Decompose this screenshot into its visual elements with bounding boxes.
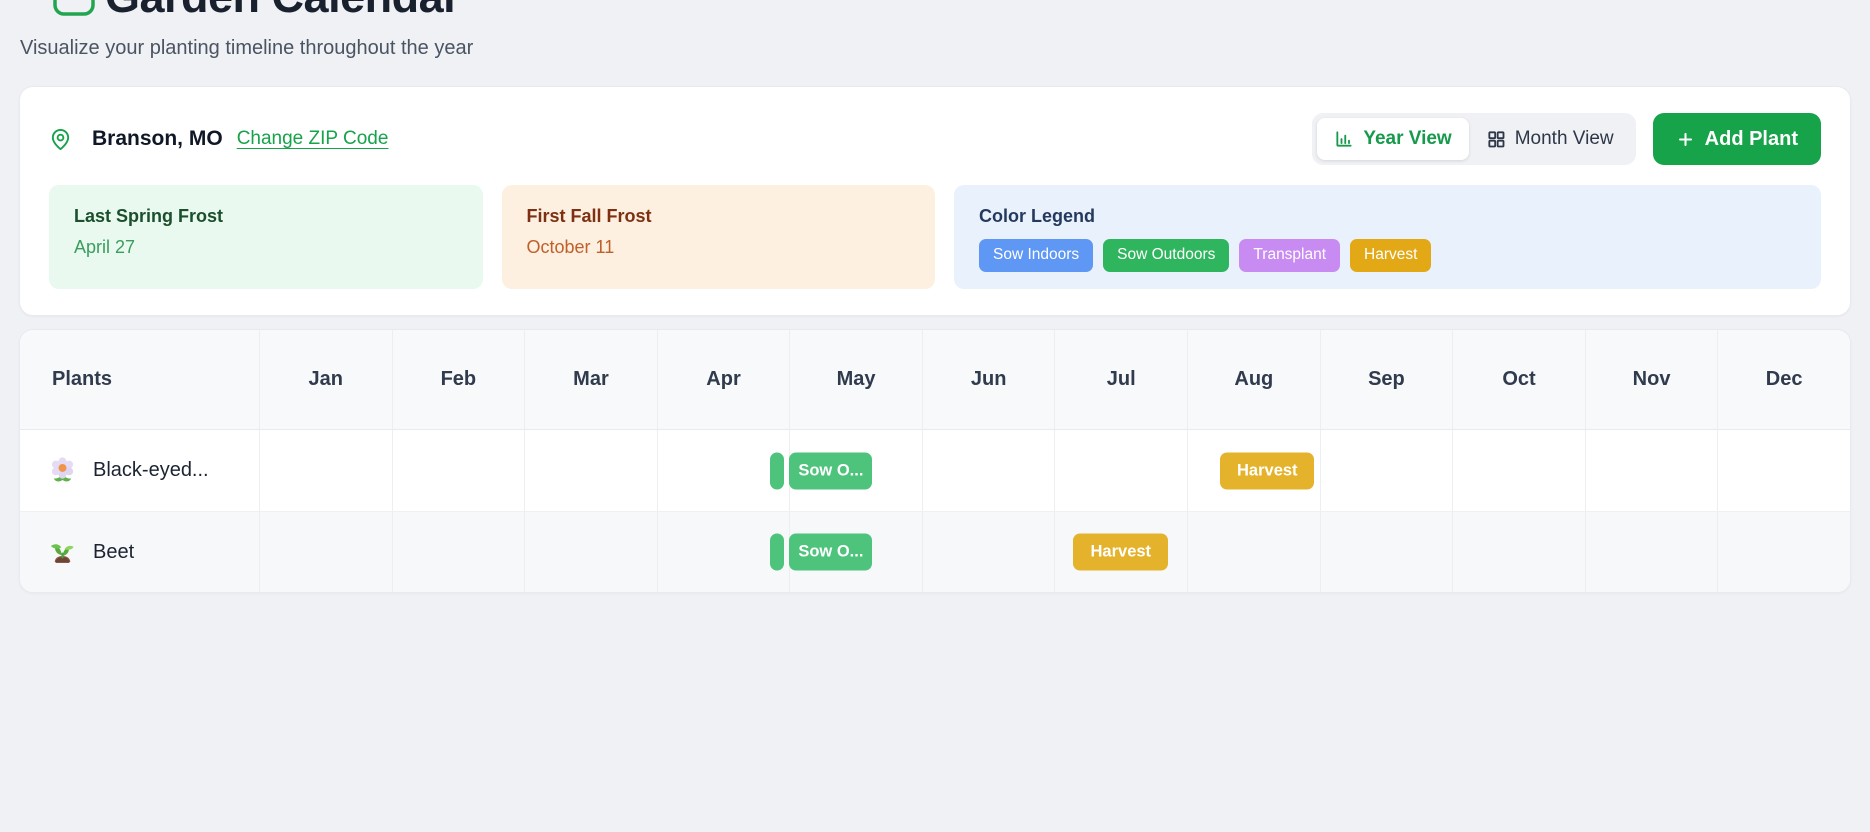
sow-outdoors-bar[interactable]: Sow O...: [789, 452, 872, 489]
calendar-cell-mar: [524, 512, 657, 592]
seedling-icon: [47, 537, 78, 568]
calendar-cell-nov: [1585, 512, 1718, 592]
plants-column-header: Plants: [20, 368, 259, 391]
plant-cell[interactable]: Black-eyed...: [20, 455, 259, 486]
change-zip-link[interactable]: Change ZIP Code: [237, 128, 389, 150]
calendar-cell-dec: [1717, 512, 1850, 592]
calendar-cell-sep: [1320, 512, 1453, 592]
spring-frost-box: Last Spring Frost April 27: [49, 185, 483, 289]
month-header-oct: Oct: [1452, 330, 1585, 429]
calendar-header-row: Plants JanFebMarAprMayJunJulAugSepOctNov…: [20, 330, 1850, 430]
calendar-cell-dec: [1717, 430, 1850, 511]
plant-name: Beet: [93, 541, 134, 564]
legend-badge-harvest: Harvest: [1350, 239, 1431, 272]
plant-row-2: Beet Sow O... Harvest: [20, 511, 1850, 592]
calendar-cell-jan: [259, 512, 392, 592]
calendar-cell-jun: [922, 512, 1055, 592]
month-header-nov: Nov: [1585, 330, 1718, 429]
toolbar-card: Branson, MO Change ZIP Code Year View: [19, 86, 1851, 316]
calendar-cell-jul: [1054, 430, 1187, 511]
month-header-jan: Jan: [259, 330, 392, 429]
month-header-aug: Aug: [1187, 330, 1320, 429]
garden-calendar-page: Garden Calendar Visualize your planting …: [0, 0, 1870, 593]
calendar-cell-sep: [1320, 430, 1453, 511]
fall-frost-title: First Fall Frost: [527, 206, 911, 227]
color-legend-box: Color Legend Sow Indoors Sow Outdoors Tran…: [954, 185, 1821, 289]
year-view-label: Year View: [1363, 128, 1451, 150]
spring-frost-date: April 27: [74, 237, 458, 258]
plus-icon: [1676, 130, 1695, 149]
fall-frost-box: First Fall Frost October 11: [502, 185, 936, 289]
month-header-mar: Mar: [524, 330, 657, 429]
calendar-cell-jun: [922, 430, 1055, 511]
calendar-cell-mar: [524, 430, 657, 511]
page-title: Garden Calendar: [105, 0, 460, 23]
sow-outdoors-bar-segment[interactable]: [770, 452, 784, 489]
add-plant-label: Add Plant: [1705, 128, 1798, 151]
page-subtitle: Visualize your planting timeline through…: [20, 37, 473, 60]
calendar-cell-oct: [1452, 430, 1585, 511]
calendar-icon: [52, 0, 96, 22]
month-header-feb: Feb: [392, 330, 525, 429]
calendar-table: Plants JanFebMarAprMayJunJulAugSepOctNov…: [19, 329, 1851, 593]
color-legend-title: Color Legend: [979, 206, 1796, 227]
page-header: Garden Calendar Visualize your planting …: [19, 0, 1851, 70]
legend-badge-sow-indoors: Sow Indoors: [979, 239, 1093, 272]
map-pin-icon: [49, 128, 72, 151]
plant-name: Black-eyed...: [93, 459, 209, 482]
plant-row-1: Black-eyed... Sow O... Harvest: [20, 430, 1850, 511]
legend-badges: Sow Indoors Sow Outdoors Transplant Harvest: [979, 239, 1796, 272]
month-header-jul: Jul: [1054, 330, 1187, 429]
grid-icon: [1486, 129, 1506, 149]
calendar-cell-nov: [1585, 430, 1718, 511]
harvest-bar[interactable]: Harvest: [1220, 452, 1314, 489]
flower-icon: [47, 455, 78, 486]
location-text: Branson, MO: [92, 127, 223, 151]
year-view-button[interactable]: Year View: [1317, 118, 1468, 160]
harvest-bar[interactable]: Harvest: [1073, 534, 1168, 571]
location-group: Branson, MO Change ZIP Code: [49, 127, 388, 151]
calendar-cell-jan: [259, 430, 392, 511]
legend-badge-transplant: Transplant: [1239, 239, 1340, 272]
month-view-button[interactable]: Month View: [1469, 118, 1631, 160]
calendar-cell-feb: [392, 512, 525, 592]
spring-frost-title: Last Spring Frost: [74, 206, 458, 227]
month-header-jun: Jun: [922, 330, 1055, 429]
month-view-label: Month View: [1515, 128, 1614, 150]
month-header-may: May: [789, 330, 922, 429]
calendar-cell-feb: [392, 430, 525, 511]
fall-frost-date: October 11: [527, 237, 911, 258]
calendar-cell-oct: [1452, 512, 1585, 592]
bar-chart-icon: [1334, 129, 1354, 149]
month-header-apr: Apr: [657, 330, 790, 429]
plant-cell[interactable]: Beet: [20, 537, 259, 568]
legend-badge-sow-outdoors: Sow Outdoors: [1103, 239, 1229, 272]
month-header-dec: Dec: [1717, 330, 1850, 429]
add-plant-button[interactable]: Add Plant: [1653, 113, 1821, 165]
sow-outdoors-bar[interactable]: Sow O...: [789, 534, 872, 571]
calendar-cell-aug: [1187, 512, 1320, 592]
month-header-sep: Sep: [1320, 330, 1453, 429]
sow-outdoors-bar-segment[interactable]: [770, 534, 784, 571]
view-toggle: Year View Month View: [1312, 113, 1635, 165]
